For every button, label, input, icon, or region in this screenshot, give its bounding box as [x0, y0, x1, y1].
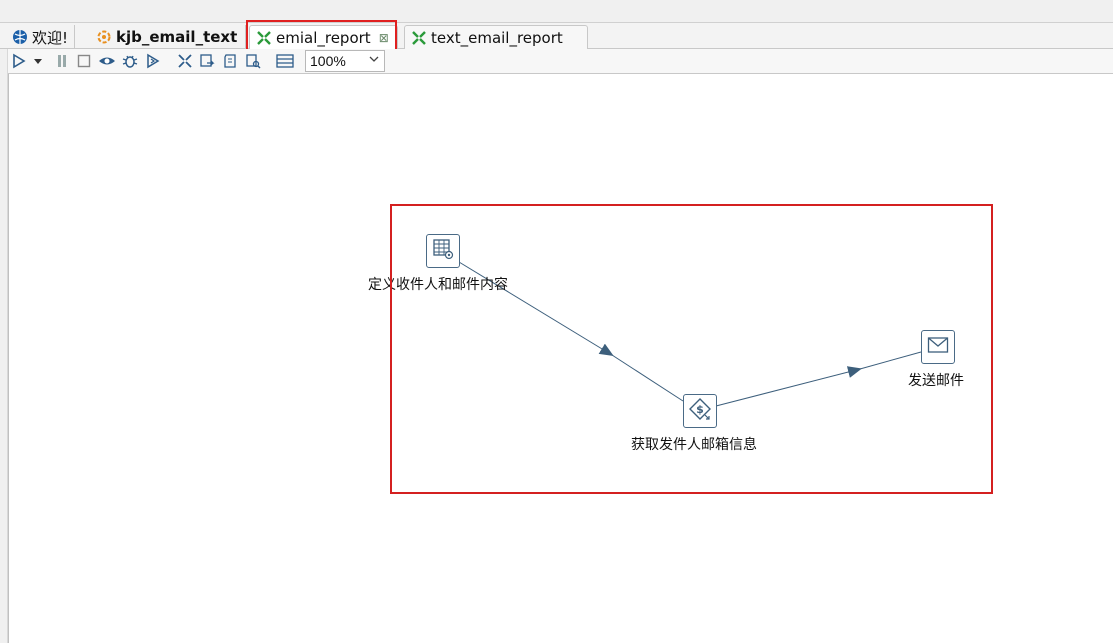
spoon-window: 欢迎! kjb_email_text emial_report ⊠ text_e…	[0, 0, 1113, 643]
annotation-highlight-box	[390, 204, 993, 494]
